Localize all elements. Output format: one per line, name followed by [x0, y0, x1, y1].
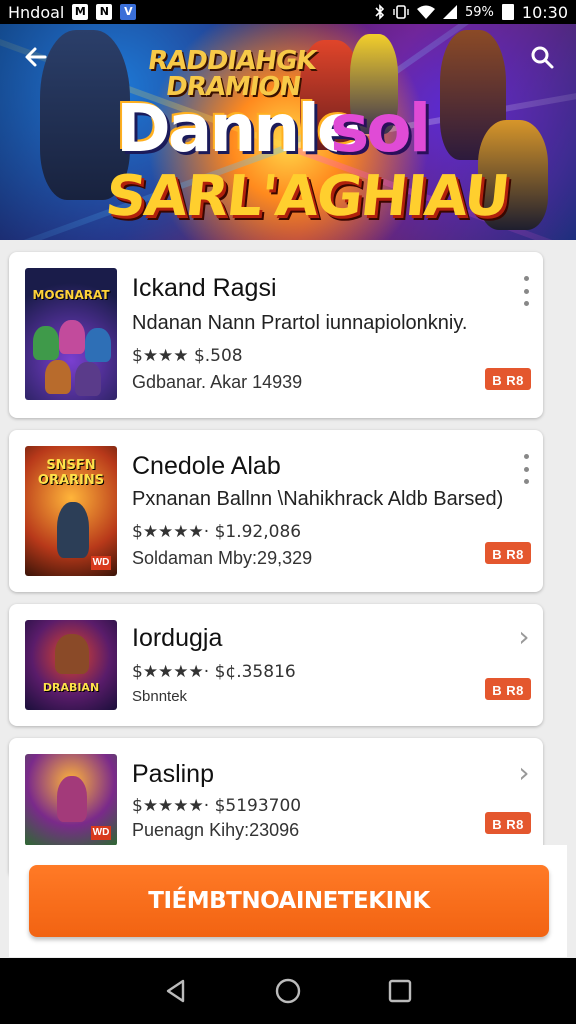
item-rating-price: $★★★★· $1.92,086: [132, 522, 302, 542]
item-title: Cnedole Alab: [132, 452, 281, 480]
chevron-right-icon[interactable]: ›: [513, 623, 535, 651]
game-thumbnail: WD: [25, 754, 117, 846]
item-subtitle: Pxnanan Ballnn \Nahikhrack Aldb Barsed): [132, 488, 504, 510]
thumbnail-title: SNSFN ORARINS: [37, 458, 105, 488]
item-tag[interactable]: B R8: [485, 368, 531, 390]
game-thumbnail: SNSFN ORARINS WD: [25, 446, 117, 576]
recents-nav-icon[interactable]: [380, 971, 420, 1011]
hero-banner: RADDIAHGK DRAMION Dannle sol SARL'AGHIAU: [0, 24, 576, 240]
item-subtitle: Ndanan Nann Prartol iunnapiolonkniy.: [132, 312, 468, 334]
item-title: Ickand Ragsi: [132, 274, 277, 302]
notification-icon: N: [96, 4, 113, 20]
item-rating-price: $★★★★· $¢.35816: [132, 662, 296, 682]
item-title: Paslinp: [132, 760, 214, 788]
back-arrow-icon[interactable]: [20, 44, 52, 76]
status-bar: Hndoal M N V 59% 10:30: [0, 0, 576, 24]
list-item[interactable]: DRABIAN Iordugja $★★★★· $¢.35816 Sbnntek…: [9, 604, 543, 726]
status-bar-right: 59% 10:30: [375, 3, 568, 22]
item-rating-price: $★★★★· $5193700: [132, 796, 302, 816]
list-item[interactable]: MOGNARAT Ickand Ragsi Ndanan Nann Prarto…: [9, 252, 543, 418]
bluetooth-icon: [375, 4, 385, 20]
status-bar-left: Hndoal M N V: [8, 2, 137, 22]
primary-action-button[interactable]: TIÉMBTNOAINETEKINK: [29, 865, 549, 937]
item-detail: Sbnntek: [132, 688, 188, 705]
battery-percent: 59%: [464, 4, 494, 20]
home-nav-icon[interactable]: [268, 971, 308, 1011]
hero-title-word2: sol: [330, 90, 431, 167]
search-icon[interactable]: [526, 44, 558, 76]
thumbnail-title: MOGNARAT: [32, 288, 110, 302]
notification-icon: V: [120, 4, 137, 20]
list-item[interactable]: SNSFN ORARINS WD Cnedole Alab Pxnanan Ba…: [9, 430, 543, 592]
notification-icon: M: [72, 4, 89, 20]
item-tag[interactable]: B R8: [485, 812, 531, 834]
more-vert-icon[interactable]: [519, 454, 533, 484]
battery-icon: [501, 4, 514, 20]
system-nav-bar: [0, 958, 576, 1024]
vibrate-icon: [393, 5, 409, 19]
thumbnail-badge: WD: [91, 826, 111, 840]
cta-container: TIÉMBTNOAINETEKINK: [9, 845, 567, 957]
item-detail: Gdbanar. Akar 14939: [132, 372, 303, 392]
game-thumbnail: DRABIAN: [25, 620, 117, 710]
thumbnail-badge: WD: [91, 556, 111, 570]
item-tag[interactable]: B R8: [485, 542, 531, 564]
hero-title-word3: SARL'AGHIAU: [102, 164, 512, 229]
item-detail: Puenagn Kihy:23096: [132, 820, 300, 840]
item-rating-price: $★★★ $.508: [132, 346, 243, 366]
hero-title-word1: Dannle: [116, 90, 362, 167]
item-title: Iordugja: [132, 624, 223, 652]
thumbnail-title: DRABIAN: [42, 681, 100, 694]
wifi-icon: [416, 5, 435, 19]
game-thumbnail: MOGNARAT: [25, 268, 117, 400]
more-vert-icon[interactable]: [519, 276, 533, 306]
signal-icon: [442, 5, 457, 19]
status-time: 10:30: [521, 2, 568, 22]
chevron-right-icon[interactable]: ›: [513, 759, 535, 787]
item-tag[interactable]: B R8: [485, 678, 531, 700]
item-detail: Soldaman Mby:29,329: [132, 548, 313, 568]
status-app-label: Hndoal: [8, 2, 65, 22]
back-nav-icon[interactable]: [156, 971, 196, 1011]
